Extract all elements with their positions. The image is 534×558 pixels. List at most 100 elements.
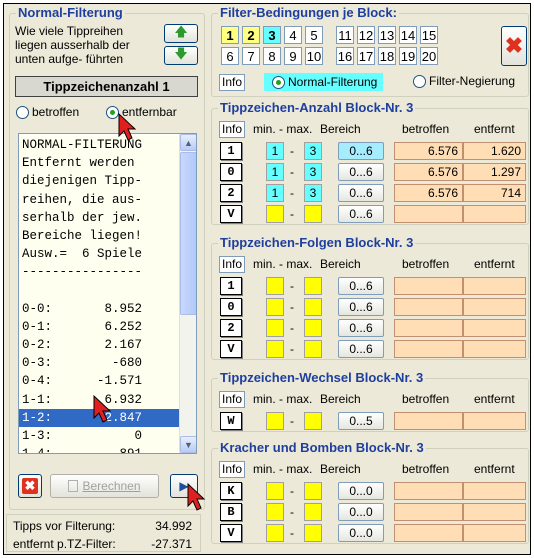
kracher-row-label[interactable]: B (220, 503, 242, 521)
scroll-up-button[interactable]: ▲ (180, 134, 196, 151)
folgen-row-label[interactable]: V (220, 340, 242, 358)
block-14-button[interactable]: 14 (399, 26, 417, 44)
block-4-button[interactable]: 4 (284, 26, 302, 44)
folgen-max-field[interactable] (304, 277, 322, 295)
kracher-range-button[interactable]: 0...0 (338, 503, 384, 521)
folgen-info-button[interactable]: Info (219, 256, 246, 273)
kracher-max-field[interactable] (304, 482, 322, 500)
anzahl-row-label[interactable]: 0 (220, 163, 242, 181)
anzahl-row-label[interactable]: 2 (220, 184, 242, 202)
folgen-range-button[interactable]: 0...6 (338, 340, 384, 358)
list-item[interactable]: 0-2: 2.167 (19, 336, 179, 355)
folgen-range-button[interactable]: 0...6 (338, 319, 384, 337)
anzahl-row-label[interactable]: 1 (220, 142, 242, 160)
scroll-thumb[interactable] (180, 152, 196, 315)
folgen-row-label[interactable]: 0 (220, 298, 242, 316)
folgen-min-field[interactable] (266, 298, 284, 316)
block-13-button[interactable]: 13 (378, 26, 396, 44)
list-item[interactable]: 1-4: -891 (19, 445, 179, 453)
folgen-max-field[interactable] (304, 340, 322, 358)
anzahl-max-field[interactable] (304, 205, 322, 223)
scroll-down-button[interactable]: ▼ (180, 436, 196, 453)
move-down-button[interactable]: 🡇 (164, 46, 198, 65)
anzahl-range-button[interactable]: 0...6 (338, 163, 384, 181)
anzahl-max-field[interactable]: 3 (304, 184, 322, 202)
list-item[interactable]: Ausw.= 6 Spiele (19, 245, 179, 264)
folgen-min-field[interactable] (266, 277, 284, 295)
anzahl-min-field[interactable]: 1 (266, 142, 284, 160)
block-8-button[interactable]: 8 (263, 47, 281, 65)
anzahl-min-field[interactable]: 1 (266, 163, 284, 181)
block-16-button[interactable]: 16 (336, 47, 354, 65)
block-5-button[interactable]: 5 (305, 26, 323, 44)
wechsel-range-button[interactable]: 0...5 (338, 412, 384, 430)
list-item[interactable]: 1-3: 0 (19, 427, 179, 446)
kracher-row-label[interactable]: K (220, 482, 242, 500)
anzahl-row-label[interactable]: V (220, 205, 242, 223)
listbox-scrollbar[interactable]: ▲ ▼ (179, 134, 196, 453)
block-12-button[interactable]: 12 (357, 26, 375, 44)
wechsel-max-field[interactable] (304, 412, 322, 430)
folgen-row-label[interactable]: 1 (220, 277, 242, 295)
list-item[interactable]: 0-3: -680 (19, 354, 179, 373)
anzahl-min-field[interactable] (266, 205, 284, 223)
list-item[interactable]: 0-1: 6.252 (19, 317, 179, 337)
kracher-min-field[interactable] (266, 524, 284, 542)
block-19-button[interactable]: 19 (399, 47, 417, 65)
list-item[interactable] (19, 281, 179, 300)
folgen-max-field[interactable] (304, 298, 322, 316)
folgen-row-label[interactable]: 2 (220, 319, 242, 337)
list-item[interactable]: ---------------- (19, 263, 179, 282)
block-7-button[interactable]: 7 (242, 47, 260, 65)
block-9-button[interactable]: 9 (284, 47, 302, 65)
wechsel-row-label[interactable]: W (220, 412, 242, 430)
folgen-min-field[interactable] (266, 319, 284, 337)
kracher-max-field[interactable] (304, 503, 322, 521)
block-2-button[interactable]: 2 (242, 26, 260, 44)
kracher-info-button[interactable]: Info (219, 461, 246, 478)
list-item[interactable]: diejenigen Tipp- (19, 172, 179, 191)
folgen-max-field[interactable] (304, 319, 322, 337)
anzahl-info-button[interactable]: Info (219, 121, 246, 138)
block-1-button[interactable]: 1 (221, 26, 239, 44)
folgen-min-field[interactable] (266, 340, 284, 358)
block-6-button[interactable]: 6 (221, 47, 239, 65)
block-10-button[interactable]: 10 (305, 47, 323, 65)
wechsel-info-button[interactable]: Info (219, 391, 246, 408)
info-button[interactable]: Info (219, 74, 246, 91)
block-3-button[interactable]: 3 (263, 26, 281, 44)
reset-blocks-button[interactable]: ✖ (501, 26, 527, 66)
clear-button[interactable]: ✖ (18, 474, 42, 498)
folgen-range-button[interactable]: 0...6 (338, 277, 384, 295)
list-item[interactable]: Entfernt werden (19, 154, 179, 173)
block-15-button[interactable]: 15 (420, 26, 438, 44)
anzahl-range-button[interactable]: 0...6 (338, 142, 384, 160)
kracher-range-button[interactable]: 0...0 (338, 482, 384, 500)
kracher-min-field[interactable] (266, 503, 284, 521)
list-item[interactable]: 0-0: 8.952 (19, 299, 179, 318)
anzahl-max-field[interactable]: 3 (304, 142, 322, 160)
kracher-min-field[interactable] (266, 482, 284, 500)
block-11-button[interactable]: 11 (336, 26, 354, 44)
list-item[interactable]: 0-4: -1.571 (19, 372, 179, 391)
list-item[interactable]: reihen, die aus- (19, 190, 179, 209)
move-up-button[interactable]: 🡅 (164, 24, 198, 43)
list-item[interactable]: Bereiche liegen! (19, 226, 179, 246)
anzahl-range-button[interactable]: 0...6 (338, 184, 384, 202)
kracher-row-label[interactable]: V (220, 524, 242, 542)
anzahl-range-button[interactable]: 0...6 (338, 205, 384, 223)
wechsel-min-field[interactable] (266, 412, 284, 430)
block-17-button[interactable]: 17 (357, 47, 375, 65)
anzahl-max-field[interactable]: 3 (304, 163, 322, 181)
block-20-button[interactable]: 20 (420, 47, 438, 65)
anzahl-min-field[interactable]: 1 (266, 184, 284, 202)
radio-filter-negierung[interactable]: Filter-Negierung (413, 74, 515, 88)
kracher-range-button[interactable]: 0...0 (338, 524, 384, 542)
radio-betroffen[interactable]: betroffen (16, 105, 79, 119)
calculate-button[interactable]: Berechnen (50, 474, 159, 498)
kracher-max-field[interactable] (304, 524, 322, 542)
radio-normal-filterung[interactable]: Normal-Filterung (264, 73, 384, 91)
list-item[interactable]: NORMAL-FILTERUNG (19, 136, 179, 155)
list-item[interactable]: serhalb der jew. (19, 208, 179, 227)
folgen-range-button[interactable]: 0...6 (338, 298, 384, 316)
